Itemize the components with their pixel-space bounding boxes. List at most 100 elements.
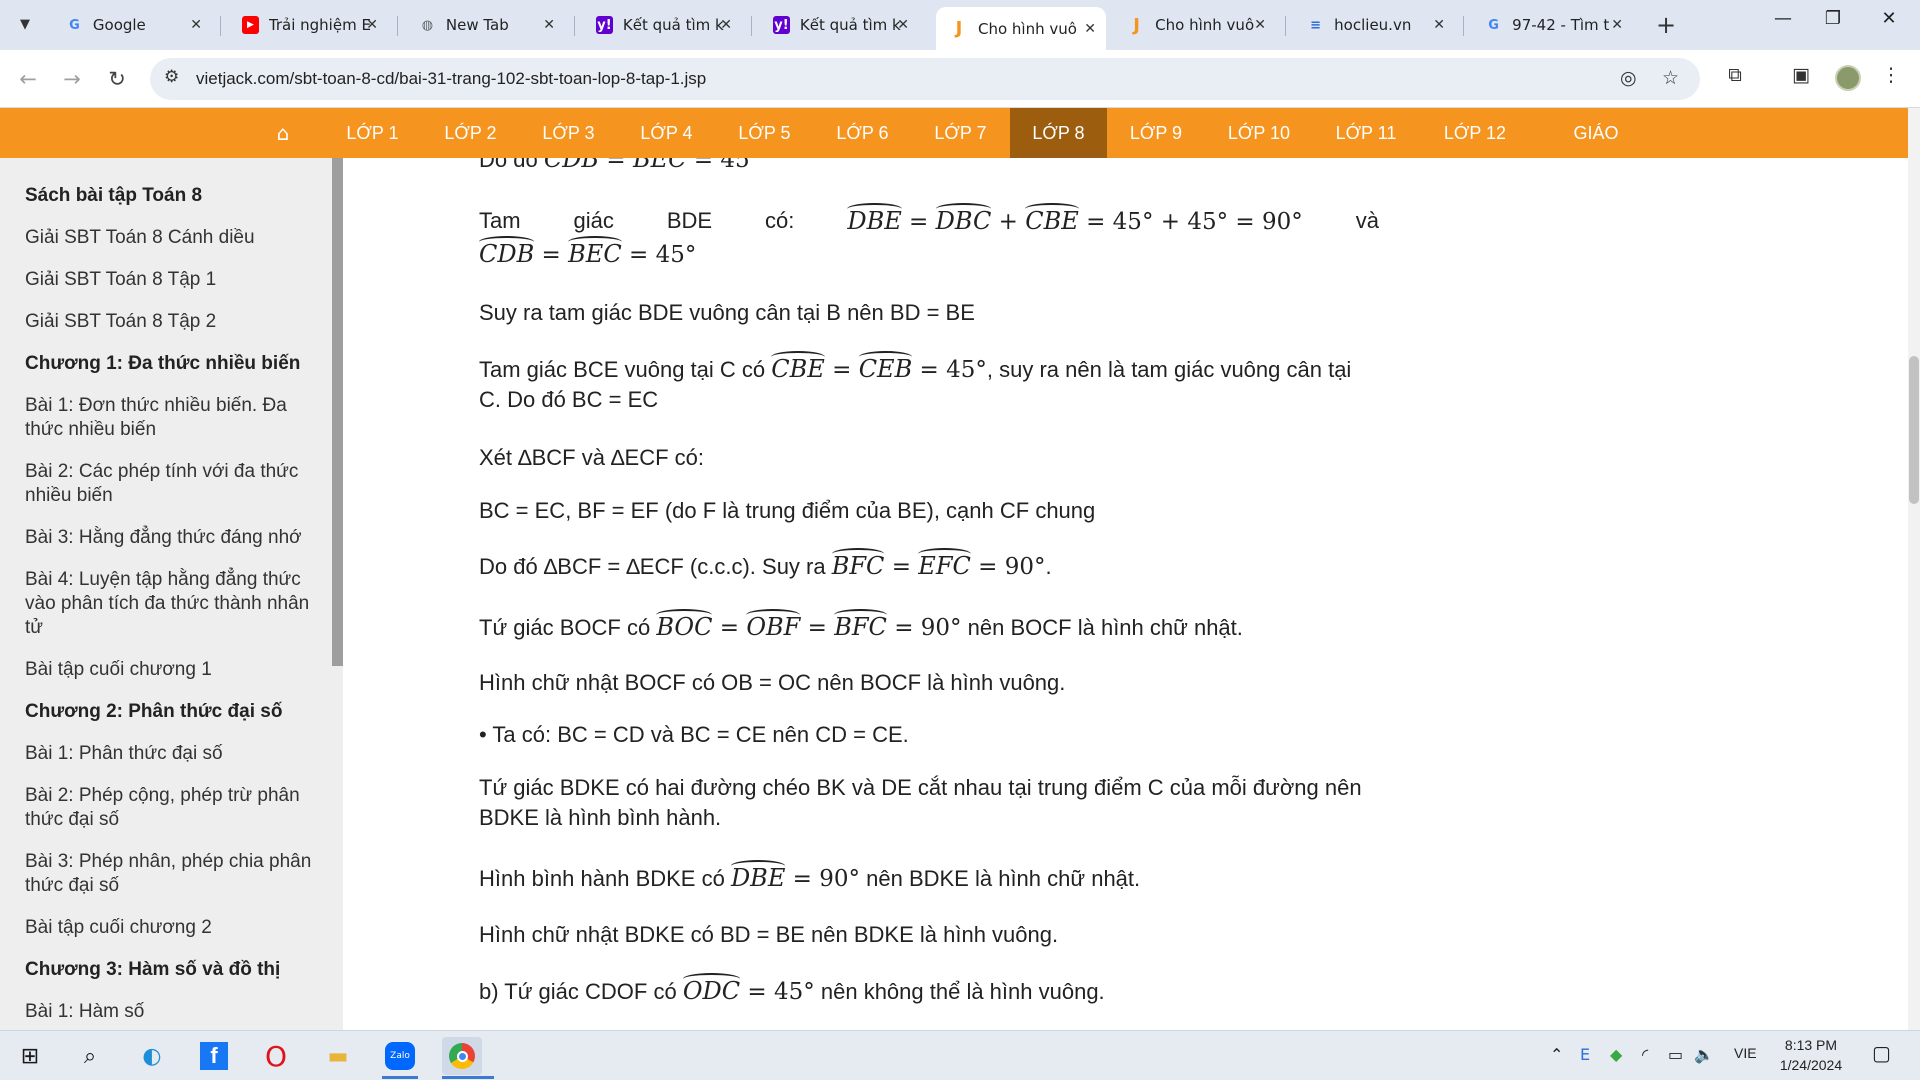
sidebar-heading-chuong-3[interactable]: Chương 3: Hàm số và đồ thị	[25, 958, 315, 982]
sidebar-item-bai-3-c2[interactable]: Bài 3: Phép nhân, phép chia phân thức đạ…	[25, 850, 315, 898]
paragraph-do-do-bcf: Do đó ∆BCF = ∆ECF (c.c.c). Suy ra BFC = …	[479, 548, 1052, 580]
file-explorer-icon[interactable]: ▬	[318, 1037, 358, 1075]
sidebar-item-bai-2-c2[interactable]: Bài 2: Phép cộng, phép trừ phân thức đại…	[25, 784, 315, 832]
close-icon[interactable]: ✕	[1611, 17, 1623, 33]
main-content: Do đó CDB = BEC = 45 Tam giác BDE có: DB…	[343, 158, 1908, 1030]
close-icon[interactable]: ✕	[1433, 17, 1445, 33]
vietjack-icon: J	[955, 18, 963, 39]
paragraph-bdke-chu-nhat: Hình bình hành BDKE có DBE = 90° nên BDK…	[479, 860, 1141, 892]
tray-app-icon[interactable]: E	[1580, 1045, 1590, 1064]
nav-lop-5[interactable]: LỚP 5	[737, 108, 792, 158]
yahoo-icon: y!	[773, 16, 790, 34]
restore-icon[interactable]: ❐	[1810, 8, 1856, 29]
side-panel-icon[interactable]: ▣	[1786, 64, 1816, 86]
eye-off-icon[interactable]: ◎	[1620, 67, 1637, 89]
paragraph-xet-bcf-ecf: Xét ∆BCF và ∆ECF có:	[479, 445, 704, 470]
windows-start-icon[interactable]: ⊞	[10, 1037, 50, 1075]
close-icon[interactable]: ✕	[543, 17, 555, 33]
close-icon[interactable]: ✕	[897, 17, 909, 33]
paragraph-bc-cd-ce: • Ta có: BC = CD và BC = CE nên CD = CE.	[479, 722, 909, 747]
tab-new-tab[interactable]: ◍ New Tab ✕	[405, 7, 565, 43]
tab-search-dropdown-icon[interactable]: ▼	[10, 9, 40, 39]
language-indicator[interactable]: VIE	[1734, 1045, 1757, 1061]
extensions-icon[interactable]: ⧉	[1720, 64, 1750, 86]
home-icon[interactable]: ⌂	[270, 120, 296, 146]
sidebar-item-tap-2[interactable]: Giải SBT Toán 8 Tập 2	[25, 310, 315, 334]
nav-lop-10[interactable]: LỚP 10	[1226, 108, 1292, 158]
menu-kebab-icon[interactable]: ⋮	[1876, 64, 1906, 86]
chrome-active-indicator	[442, 1076, 494, 1079]
sidebar-item-canh-dieu[interactable]: Giải SBT Toán 8 Cánh diều	[25, 226, 315, 250]
notifications-icon[interactable]: ▢	[1872, 1041, 1891, 1065]
close-icon[interactable]: ✕	[190, 17, 202, 33]
tab-google-search[interactable]: G 97-42 - Tìm t ✕	[1471, 7, 1633, 43]
close-icon[interactable]: ✕	[1084, 21, 1096, 37]
forward-icon[interactable]: →	[56, 63, 88, 95]
nav-lop-4[interactable]: LỚP 4	[639, 108, 694, 158]
tab-vietjack-2[interactable]: J Cho hình vuô ✕	[1114, 7, 1276, 43]
close-icon[interactable]: ✕	[1254, 17, 1266, 33]
sidebar-item-bai-4-c1[interactable]: Bài 4: Luyện tập hằng đẳng thức vào phân…	[25, 568, 315, 640]
sidebar-heading-sbt-toan-8[interactable]: Sách bài tập Toán 8	[25, 184, 315, 208]
bookmark-star-icon[interactable]: ☆	[1662, 67, 1679, 89]
volume-icon[interactable]: 🔈	[1694, 1045, 1714, 1064]
sidebar-heading-chuong-2[interactable]: Chương 2: Phân thức đại số	[25, 700, 315, 724]
new-tab-button[interactable]: +	[1652, 11, 1680, 39]
nav-lop-11[interactable]: LỚP 11	[1334, 108, 1398, 158]
chrome-icon[interactable]	[442, 1037, 482, 1075]
page-scrollbar-thumb[interactable]	[1909, 356, 1919, 504]
battery-icon[interactable]: ▭	[1668, 1045, 1683, 1064]
sidebar-item-bai-1-c1[interactable]: Bài 1: Đơn thức nhiều biến. Đa thức nhiề…	[25, 394, 315, 442]
nav-lop-1[interactable]: LỚP 1	[345, 108, 400, 158]
sidebar-item-bai-2-c1[interactable]: Bài 2: Các phép tính với đa thức nhiều b…	[25, 460, 315, 508]
chevron-up-icon[interactable]: ⌃	[1550, 1045, 1563, 1064]
google-icon: G	[69, 17, 80, 33]
sidebar-item-bai-1-c2[interactable]: Bài 1: Phân thức đại số	[25, 742, 315, 766]
url-text[interactable]: vietjack.com/sbt-toan-8-cd/bai-31-trang-…	[196, 69, 706, 89]
nav-lop-6[interactable]: LỚP 6	[835, 108, 890, 158]
reload-icon[interactable]: ↻	[101, 63, 133, 95]
clock[interactable]: 8:13 PM 1/24/2024	[1776, 1035, 1846, 1075]
paragraph-cdof: b) Tứ giác CDOF có ODC = 45° nên không t…	[479, 973, 1105, 1005]
paragraph-bdke-binh-hanh: Tứ giác BDKE có hai đường chéo BK và DE …	[479, 775, 1362, 830]
opera-icon[interactable]: O	[256, 1037, 296, 1075]
wifi-icon[interactable]: ◜	[1642, 1045, 1648, 1064]
zalo-icon[interactable]: Zalo	[380, 1037, 420, 1075]
edge-icon[interactable]: ◐	[132, 1037, 172, 1075]
close-icon[interactable]: ✕	[366, 17, 378, 33]
sidebar-item-tap-1[interactable]: Giải SBT Toán 8 Tập 1	[25, 268, 315, 292]
avatar[interactable]	[1835, 65, 1861, 91]
paragraph-bde-vuong-can: Suy ra tam giác BDE vuông cân tại B nên …	[479, 300, 975, 325]
nav-lop-12[interactable]: LỚP 12	[1442, 108, 1508, 158]
site-info-icon[interactable]: ⚙	[164, 67, 179, 87]
tab-vietjack-active[interactable]: J Cho hình vuô ✕	[936, 7, 1106, 50]
tab-yahoo-1[interactable]: y! Kết quả tìm k ✕	[582, 7, 742, 43]
paragraph-tu-giac-bocf: Tứ giác BOCF có BOC = OBF = BFC = 90° nê…	[479, 609, 1243, 641]
nav-giao-vien[interactable]: GIÁO VIÊN	[1551, 108, 1641, 193]
tab-hoclieu[interactable]: ≡ hoclieu.vn ✕	[1293, 7, 1455, 43]
address-bar[interactable]: ⚙ vietjack.com/sbt-toan-8-cd/bai-31-tran…	[150, 58, 1700, 100]
tab-youtube[interactable]: ▶ Trải nghiệm E ✕	[228, 7, 388, 43]
tray-vpn-icon[interactable]: ◆	[1610, 1045, 1622, 1064]
site-nav: ⌂ LỚP 1 LỚP 2 LỚP 3 LỚP 4 LỚP 5 LỚP 6 LỚ…	[0, 108, 1908, 193]
sidebar-item-cuoi-chuong-1[interactable]: Bài tập cuối chương 1	[25, 658, 315, 682]
tab-yahoo-2[interactable]: y! Kết quả tìm k ✕	[759, 7, 919, 43]
page-scrollbar-track[interactable]	[1908, 108, 1920, 1030]
facebook-icon[interactable]: f	[194, 1037, 234, 1075]
close-icon[interactable]: ✕	[720, 17, 732, 33]
sidebar-item-cuoi-chuong-2[interactable]: Bài tập cuối chương 2	[25, 916, 315, 940]
nav-lop-2[interactable]: LỚP 2	[443, 108, 498, 158]
sidebar-item-bai-1-c3[interactable]: Bài 1: Hàm số	[25, 1000, 315, 1024]
sidebar-item-bai-3-c1[interactable]: Bài 3: Hằng đẳng thức đáng nhớ	[25, 526, 315, 550]
window-close-icon[interactable]: ✕	[1866, 8, 1912, 29]
back-icon[interactable]: ←	[12, 63, 44, 95]
nav-lop-7[interactable]: LỚP 7	[933, 108, 988, 158]
nav-lop-9[interactable]: LỚP 9	[1128, 108, 1184, 158]
sidebar-scrollbar[interactable]	[332, 158, 343, 666]
nav-lop-3[interactable]: LỚP 3	[541, 108, 596, 158]
sidebar-heading-chuong-1[interactable]: Chương 1: Đa thức nhiều biến	[25, 352, 315, 376]
nav-lop-8[interactable]: LỚP 8	[1010, 108, 1107, 158]
search-icon[interactable]: ⌕	[70, 1037, 110, 1075]
minimize-icon[interactable]: —	[1760, 8, 1806, 29]
tab-google[interactable]: G Google ✕	[52, 7, 212, 43]
